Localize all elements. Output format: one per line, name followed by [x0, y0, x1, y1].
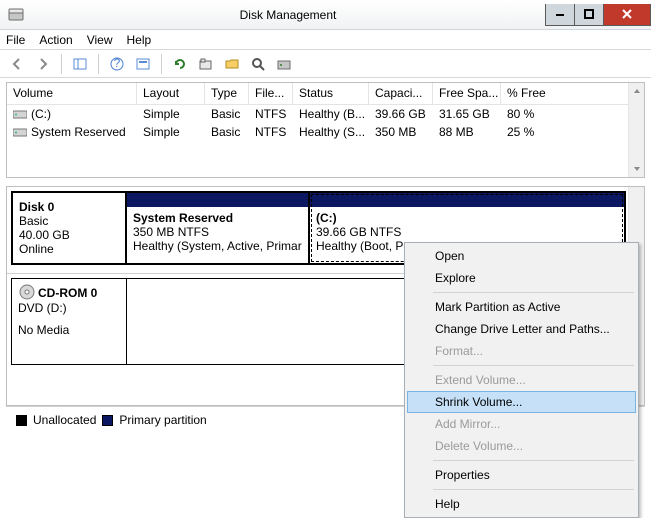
minimize-button[interactable] [545, 4, 575, 26]
open-button[interactable] [221, 53, 243, 75]
menu-action[interactable]: Action [39, 33, 72, 47]
col-fs[interactable]: File... [249, 83, 293, 104]
app-icon [8, 7, 24, 23]
context-menu: Open Explore Mark Partition as Active Ch… [404, 242, 639, 518]
ctx-format: Format... [407, 340, 636, 362]
menu-file[interactable]: File [6, 33, 25, 47]
col-pctfree[interactable]: % Free [501, 83, 644, 104]
menu-view[interactable]: View [87, 33, 113, 47]
disk-header[interactable]: Disk 0 Basic 40.00 GB Online [11, 191, 127, 265]
volume-name: (C:) [31, 107, 51, 121]
svg-text:?: ? [114, 56, 121, 70]
settings-button[interactable] [132, 53, 154, 75]
col-type[interactable]: Type [205, 83, 249, 104]
partition-system-reserved[interactable]: System Reserved 350 MB NTFS Healthy (Sys… [125, 191, 310, 265]
volume-list: Volume Layout Type File... Status Capaci… [6, 82, 645, 178]
scroll-up-icon[interactable] [629, 83, 644, 99]
drive-icon [13, 126, 27, 138]
disk-name: Disk 0 [19, 200, 121, 214]
legend-unallocated: Unallocated [33, 413, 96, 427]
menu-bar: File Action View Help [0, 30, 651, 50]
col-volume[interactable]: Volume [7, 83, 137, 104]
drive-icon [13, 108, 27, 120]
show-hide-console-tree-button[interactable] [69, 53, 91, 75]
ctx-shrink[interactable]: Shrink Volume... [407, 391, 636, 413]
refresh-button[interactable] [169, 53, 191, 75]
volume-row[interactable]: System Reserved Simple Basic NTFS Health… [7, 123, 644, 141]
window-title: Disk Management [30, 8, 546, 22]
ctx-explore[interactable]: Explore [407, 267, 636, 289]
title-bar: Disk Management [0, 0, 651, 30]
cd-icon [18, 283, 36, 301]
ctx-delete: Delete Volume... [407, 435, 636, 457]
ctx-mark-active[interactable]: Mark Partition as Active [407, 296, 636, 318]
ctx-open[interactable]: Open [407, 245, 636, 267]
volume-list-header: Volume Layout Type File... Status Capaci… [7, 83, 644, 105]
maximize-button[interactable] [574, 4, 604, 26]
action-button[interactable] [273, 53, 295, 75]
back-button[interactable] [6, 53, 28, 75]
legend-primary: Primary partition [119, 413, 206, 427]
help-button[interactable]: ? [106, 53, 128, 75]
cdrom-name: CD-ROM 0 [38, 286, 97, 300]
cdrom-header[interactable]: CD-ROM 0 DVD (D:) No Media [11, 278, 127, 365]
rescan-button[interactable] [195, 53, 217, 75]
swatch-primary [102, 415, 113, 426]
col-status[interactable]: Status [293, 83, 369, 104]
swatch-unallocated [16, 415, 27, 426]
col-capacity[interactable]: Capaci... [369, 83, 433, 104]
menu-help[interactable]: Help [127, 33, 152, 47]
search-button[interactable] [247, 53, 269, 75]
scroll-down-icon[interactable] [629, 161, 644, 177]
volume-row[interactable]: (C:) Simple Basic NTFS Healthy (B... 39.… [7, 105, 644, 123]
ctx-add-mirror: Add Mirror... [407, 413, 636, 435]
ctx-properties[interactable]: Properties [407, 464, 636, 486]
volume-scrollbar[interactable] [628, 83, 644, 177]
close-button[interactable] [603, 4, 651, 26]
toolbar: ? [0, 50, 651, 78]
col-free[interactable]: Free Spa... [433, 83, 501, 104]
ctx-extend: Extend Volume... [407, 369, 636, 391]
col-layout[interactable]: Layout [137, 83, 205, 104]
ctx-change-letter[interactable]: Change Drive Letter and Paths... [407, 318, 636, 340]
ctx-help[interactable]: Help [407, 493, 636, 515]
forward-button[interactable] [32, 53, 54, 75]
volume-name: System Reserved [31, 125, 126, 139]
